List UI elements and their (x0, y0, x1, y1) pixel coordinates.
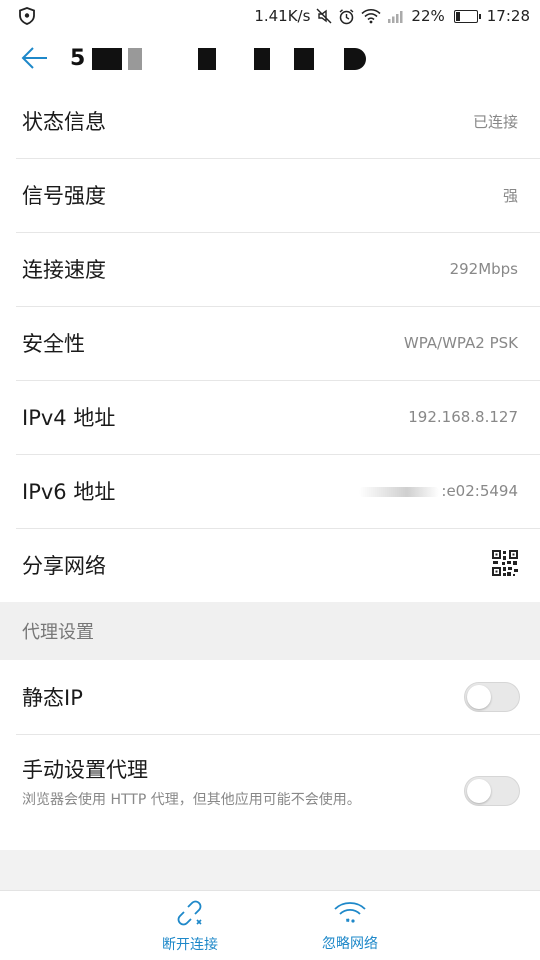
back-button[interactable] (0, 32, 70, 84)
alarm-icon (338, 8, 355, 25)
row-ipv4: IPv4 地址 192.168.8.127 (0, 380, 540, 454)
status-bar: 1.41K/s 22% 17:28 (0, 0, 540, 32)
shield-icon (18, 7, 36, 25)
ipv6-value: :e02:5494 (441, 482, 518, 500)
row-signal-strength: 信号强度 强 (0, 158, 540, 232)
row-status: 状态信息 已连接 (0, 84, 540, 158)
wifi-off-icon (334, 902, 366, 923)
disconnect-button[interactable]: 断开连接 (110, 891, 270, 960)
battery-icon (451, 9, 481, 23)
signal-icon (387, 9, 405, 23)
broken-link-icon (177, 900, 202, 926)
row-share-network[interactable]: 分享网络 (0, 528, 540, 602)
bottom-action-bar: 断开连接 忽略网络 (0, 890, 540, 960)
row-security: 安全性 WPA/WPA2 PSK (0, 306, 540, 380)
clock: 17:28 (486, 7, 530, 25)
battery-percent: 22% (411, 7, 445, 25)
row-static-ip[interactable]: 静态IP (0, 660, 540, 734)
static-ip-toggle[interactable] (464, 682, 520, 712)
static-ip-label: 静态IP (22, 686, 83, 710)
security-value: WPA/WPA2 PSK (403, 334, 518, 352)
forget-network-label: 忽略网络 (322, 936, 378, 952)
wifi-icon (361, 8, 381, 24)
redacted-mask (359, 486, 440, 497)
manual-proxy-toggle[interactable] (464, 776, 520, 806)
wifi-detail-screen: 1.41K/s 22% 17:28 5 状态信息 已连接 信号强度 强 连接速度… (0, 0, 540, 960)
ipv4-value: 192.168.8.127 (408, 408, 518, 426)
proxy-section-header: 代理设置 (0, 602, 540, 660)
disconnect-label: 断开连接 (162, 937, 218, 953)
manual-proxy-description: 浏览器会使用 HTTP 代理，但其他应用可能不会使用。 (22, 792, 361, 808)
qr-code-icon[interactable] (492, 550, 518, 580)
speed-value: 292Mbps (449, 260, 518, 278)
status-value: 已连接 (472, 112, 518, 131)
network-speed: 1.41K/s (254, 7, 311, 25)
row-ipv6: IPv6 地址 :e02:5494 (0, 454, 540, 528)
app-bar: 5 (0, 32, 540, 84)
manual-proxy-label: 手动设置代理 (22, 758, 148, 782)
row-manual-proxy[interactable]: 手动设置代理 浏览器会使用 HTTP 代理，但其他应用可能不会使用。 (0, 734, 540, 850)
mute-icon (316, 8, 332, 24)
signal-value: 强 (502, 186, 518, 205)
forget-network-button[interactable]: 忽略网络 (270, 891, 430, 960)
arrow-left-icon (21, 47, 47, 69)
proxy-settings: 静态IP 手动设置代理 浏览器会使用 HTTP 代理，但其他应用可能不会使用。 (0, 660, 540, 850)
network-info-list: 状态信息 已连接 信号强度 强 连接速度 292Mbps 安全性 WPA/WPA… (0, 84, 540, 602)
row-link-speed: 连接速度 292Mbps (0, 232, 540, 306)
page-title: 5 (70, 46, 367, 71)
